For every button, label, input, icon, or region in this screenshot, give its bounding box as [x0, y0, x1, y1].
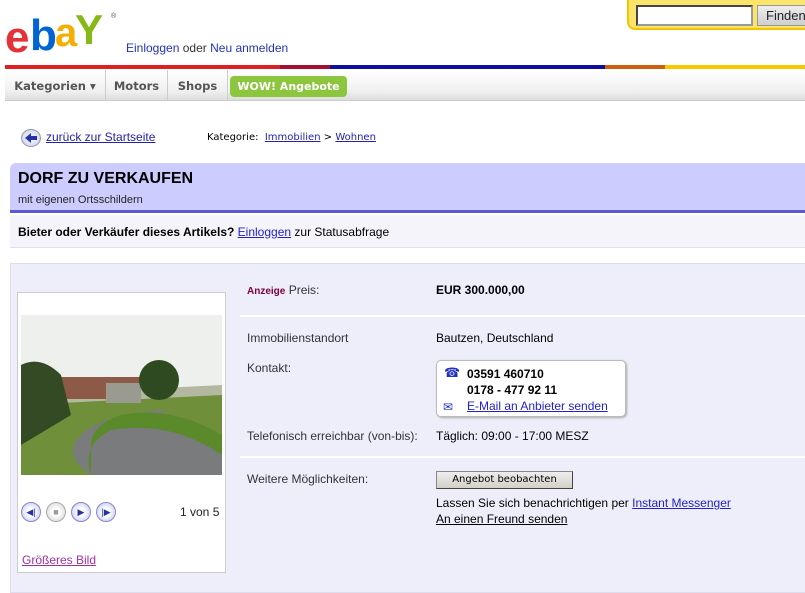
category-label: Kategorie: [207, 132, 259, 143]
hours-value: Täglich: 09:00 - 17:00 MESZ [436, 429, 589, 443]
svg-text:b: b [30, 11, 56, 56]
larger-image-link[interactable]: Größeres Bild [22, 553, 96, 567]
nav-motors[interactable]: Motors [106, 70, 168, 101]
breadcrumb-separator: > [323, 132, 333, 143]
watch-item-button[interactable]: Angebot beobachten [436, 471, 573, 489]
breadcrumb-immobilien[interactable]: Immobilien [265, 132, 321, 143]
status-question: Bieter oder Verkäufer dieses Artikels? [18, 225, 235, 239]
mail-icon: ✉ [443, 400, 454, 414]
or-text: oder [182, 41, 207, 55]
more-options-label: Weitere Möglichkeiten: [247, 472, 369, 486]
search-input[interactable] [636, 5, 753, 26]
page-title: DORF ZU VERKAUFEN [18, 170, 194, 187]
stripe-blue [330, 65, 605, 69]
hours-label: Telefonisch erreichbar (von-bis): [247, 429, 418, 443]
stripe-darkred [280, 65, 330, 69]
divider [240, 315, 805, 317]
first-image-button[interactable]: ◀| [21, 502, 41, 522]
stop-slideshow-button[interactable]: ■ [46, 502, 66, 522]
breadcrumb-wohnen[interactable]: Wohnen [335, 132, 376, 143]
back-to-home-link[interactable]: zurück zur Startseite [46, 130, 155, 144]
register-link[interactable]: Neu anmelden [210, 41, 288, 55]
image-counter: 1 von 5 [180, 505, 220, 519]
category-breadcrumb: Kategorie: Immobilien > Wohnen [207, 132, 376, 143]
login-link[interactable]: Einloggen [126, 41, 179, 55]
email-seller-link[interactable]: E-Mail an Anbieter senden [467, 399, 608, 413]
nav-shops[interactable]: Shops [168, 70, 228, 101]
next-image-button[interactable]: |▶ [96, 502, 116, 522]
stripe-yellow [665, 65, 805, 69]
price-value: EUR 300.000,00 [436, 283, 525, 297]
notify-label: Lassen Sie sich benachrichtigen per [436, 496, 629, 510]
nav-kategorien[interactable]: Kategorien ▾ [5, 70, 106, 101]
svg-text:Y: Y [75, 6, 103, 53]
phone-2: 0178 - 477 92 11 [467, 383, 558, 397]
back-arrow-icon[interactable] [21, 129, 41, 147]
nav-bar: Kategorien ▾ Motors Shops [5, 70, 805, 101]
item-photo[interactable] [21, 315, 222, 475]
contact-label: Kontakt: [247, 361, 292, 375]
instant-messenger-link[interactable]: Instant Messenger [632, 496, 731, 510]
status-login-link[interactable]: Einloggen [238, 225, 291, 239]
price-label: Anzeige Preis: [247, 283, 319, 297]
login-prompt: Einloggen oder Neu anmelden [126, 41, 288, 55]
svg-text:®: ® [111, 12, 117, 20]
location-label: Immobilienstandort [247, 331, 349, 345]
stripe-orange [605, 65, 665, 69]
ebay-logo[interactable]: e b a Y ® [5, 6, 120, 56]
divider [240, 456, 805, 458]
phone-1: 03591 460710 [467, 367, 544, 381]
search-button[interactable]: Finden [757, 5, 805, 26]
status-suffix: zur Statusabfrage [294, 225, 390, 239]
send-to-friend-link[interactable]: An einen Freund senden [436, 512, 567, 526]
notify-text: Lassen Sie sich benachrichtigen per Inst… [436, 496, 731, 510]
page-subtitle: mit eigenen Ortsschildern [18, 194, 143, 206]
contact-box: ☎ 03591 460710 0178 - 477 92 11 ✉ E-Mail… [436, 360, 626, 417]
location-value: Bautzen, Deutschland [436, 331, 554, 345]
stripe-red [5, 65, 280, 69]
svg-text:e: e [5, 13, 28, 56]
price-label-text: Preis: [288, 283, 320, 297]
nav-wow-angebote[interactable]: WOW! Angebote [230, 76, 347, 97]
play-button[interactable]: ▶ [71, 502, 91, 522]
status-text: Bieter oder Verkäufer dieses Artikels? E… [18, 225, 389, 239]
phone-icon: ☎ [444, 365, 461, 380]
ad-tag: Anzeige [247, 286, 286, 297]
